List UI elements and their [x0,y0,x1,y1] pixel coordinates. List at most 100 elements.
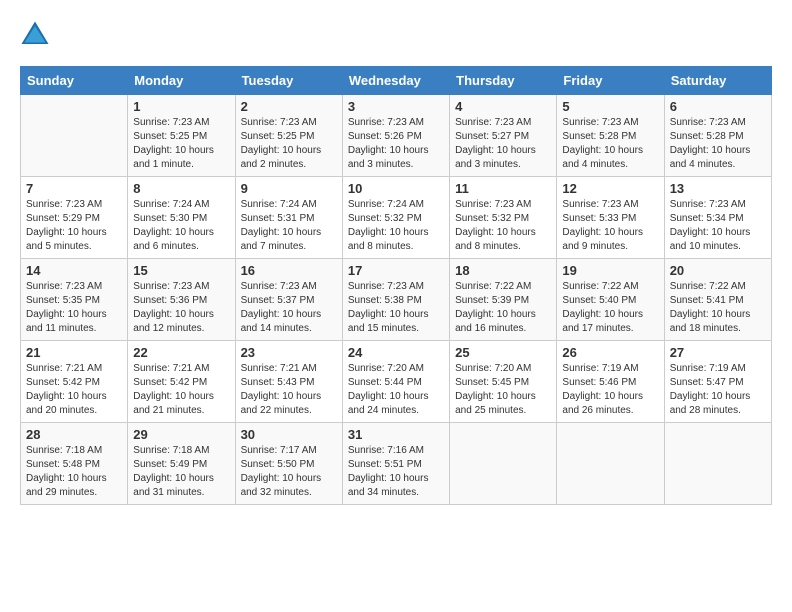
calendar-cell: 26 Sunrise: 7:19 AM Sunset: 5:46 PM Dayli… [557,341,664,423]
calendar-cell: 8Sunrise: 7:24 AM Sunset: 5:30 PM Daylig… [128,177,235,259]
calendar-cell: 6 Sunrise: 7:23 AM Sunset: 5:28 PM Daylig… [664,95,771,177]
calendar-cell: 19 Sunrise: 7:22 AM Sunset: 5:40 PM Dayli… [557,259,664,341]
day-info: Sunrise: 7:23 AM Sunset: 5:28 PM Dayligh… [670,116,766,172]
calendar-cell [664,423,771,505]
calendar-cell: 21 Sunrise: 7:21 AM Sunset: 5:42 PM Dayli… [21,341,128,423]
day-info: Sunrise: 7:23 AM Sunset: 5:37 PM Dayligh… [241,280,337,336]
calendar-cell: 15 Sunrise: 7:23 AM Sunset: 5:36 PM Dayli… [128,259,235,341]
day-number: 16 [241,263,337,278]
day-info: Sunrise: 7:17 AM Sunset: 5:50 PM Dayligh… [241,444,337,500]
day-header-saturday: Saturday [664,67,771,95]
calendar-cell [557,423,664,505]
day-number: 26 [562,345,658,360]
calendar-cell: 1 Sunrise: 7:23 AM Sunset: 5:25 PM Daylig… [128,95,235,177]
day-info: Sunrise: 7:20 AM Sunset: 5:45 PM Dayligh… [455,362,551,418]
day-number: 28 [26,427,122,442]
day-number: 23 [241,345,337,360]
day-number: 2 [241,99,337,114]
day-number: 12 [562,181,658,196]
calendar-cell: 30 Sunrise: 7:17 AM Sunset: 5:50 PM Dayli… [235,423,342,505]
calendar-cell: 28 Sunrise: 7:18 AM Sunset: 5:48 PM Dayli… [21,423,128,505]
day-info: Sunrise: 7:19 AM Sunset: 5:46 PM Dayligh… [562,362,658,418]
calendar-cell: 14Sunrise: 7:23 AM Sunset: 5:35 PM Dayli… [21,259,128,341]
calendar-cell: 2 Sunrise: 7:23 AM Sunset: 5:25 PM Daylig… [235,95,342,177]
day-info: Sunrise: 7:24 AM Sunset: 5:31 PM Dayligh… [241,198,337,254]
calendar-cell: 24Sunrise: 7:20 AM Sunset: 5:44 PM Dayli… [342,341,449,423]
day-number: 21 [26,345,122,360]
day-info: Sunrise: 7:19 AM Sunset: 5:47 PM Dayligh… [670,362,766,418]
day-number: 4 [455,99,551,114]
day-header-monday: Monday [128,67,235,95]
day-info: Sunrise: 7:24 AM Sunset: 5:32 PM Dayligh… [348,198,444,254]
week-row-4: 21 Sunrise: 7:21 AM Sunset: 5:42 PM Dayli… [21,341,772,423]
day-number: 15 [133,263,229,278]
calendar-cell: 10 Sunrise: 7:24 AM Sunset: 5:32 PM Dayli… [342,177,449,259]
logo-icon [20,20,50,50]
day-info: Sunrise: 7:23 AM Sunset: 5:34 PM Dayligh… [670,198,766,254]
day-number: 10 [348,181,444,196]
calendar-cell: 3 Sunrise: 7:23 AM Sunset: 5:26 PM Daylig… [342,95,449,177]
day-number: 20 [670,263,766,278]
day-info: Sunrise: 7:23 AM Sunset: 5:28 PM Dayligh… [562,116,658,172]
calendar-cell: 4 Sunrise: 7:23 AM Sunset: 5:27 PM Daylig… [450,95,557,177]
day-info: Sunrise: 7:23 AM Sunset: 5:26 PM Dayligh… [348,116,444,172]
day-number: 18 [455,263,551,278]
day-info: Sunrise: 7:21 AM Sunset: 5:42 PM Dayligh… [133,362,229,418]
day-header-tuesday: Tuesday [235,67,342,95]
day-info: Sunrise: 7:23 AM Sunset: 5:25 PM Dayligh… [241,116,337,172]
day-info: Sunrise: 7:23 AM Sunset: 5:25 PM Dayligh… [133,116,229,172]
calendar-cell: 22 Sunrise: 7:21 AM Sunset: 5:42 PM Dayli… [128,341,235,423]
calendar-cell: 20 Sunrise: 7:22 AM Sunset: 5:41 PM Dayli… [664,259,771,341]
day-info: Sunrise: 7:23 AM Sunset: 5:29 PM Dayligh… [26,198,122,254]
day-info: Sunrise: 7:23 AM Sunset: 5:38 PM Dayligh… [348,280,444,336]
calendar-cell: 25Sunrise: 7:20 AM Sunset: 5:45 PM Dayli… [450,341,557,423]
day-info: Sunrise: 7:22 AM Sunset: 5:40 PM Dayligh… [562,280,658,336]
day-info: Sunrise: 7:23 AM Sunset: 5:32 PM Dayligh… [455,198,551,254]
calendar-cell: 23 Sunrise: 7:21 AM Sunset: 5:43 PM Dayli… [235,341,342,423]
day-info: Sunrise: 7:22 AM Sunset: 5:39 PM Dayligh… [455,280,551,336]
day-number: 27 [670,345,766,360]
day-number: 1 [133,99,229,114]
day-number: 5 [562,99,658,114]
calendar-cell: 11Sunrise: 7:23 AM Sunset: 5:32 PM Dayli… [450,177,557,259]
day-number: 14 [26,263,122,278]
calendar-cell: 17 Sunrise: 7:23 AM Sunset: 5:38 PM Dayli… [342,259,449,341]
day-info: Sunrise: 7:22 AM Sunset: 5:41 PM Dayligh… [670,280,766,336]
day-number: 9 [241,181,337,196]
calendar-cell: 16 Sunrise: 7:23 AM Sunset: 5:37 PM Dayli… [235,259,342,341]
page-header [20,20,772,50]
week-row-3: 14Sunrise: 7:23 AM Sunset: 5:35 PM Dayli… [21,259,772,341]
day-info: Sunrise: 7:23 AM Sunset: 5:36 PM Dayligh… [133,280,229,336]
day-number: 7 [26,181,122,196]
calendar-cell: 12 Sunrise: 7:23 AM Sunset: 5:33 PM Dayli… [557,177,664,259]
day-number: 30 [241,427,337,442]
day-number: 24 [348,345,444,360]
day-number: 22 [133,345,229,360]
day-number: 19 [562,263,658,278]
day-number: 3 [348,99,444,114]
day-info: Sunrise: 7:16 AM Sunset: 5:51 PM Dayligh… [348,444,444,500]
day-header-friday: Friday [557,67,664,95]
logo [20,20,54,50]
calendar-cell: 29 Sunrise: 7:18 AM Sunset: 5:49 PM Dayli… [128,423,235,505]
day-number: 31 [348,427,444,442]
calendar-header-row: SundayMondayTuesdayWednesdayThursdayFrid… [21,67,772,95]
week-row-1: 1 Sunrise: 7:23 AM Sunset: 5:25 PM Daylig… [21,95,772,177]
day-info: Sunrise: 7:23 AM Sunset: 5:33 PM Dayligh… [562,198,658,254]
day-number: 29 [133,427,229,442]
day-info: Sunrise: 7:21 AM Sunset: 5:43 PM Dayligh… [241,362,337,418]
day-number: 17 [348,263,444,278]
day-number: 13 [670,181,766,196]
day-header-wednesday: Wednesday [342,67,449,95]
day-info: Sunrise: 7:21 AM Sunset: 5:42 PM Dayligh… [26,362,122,418]
calendar-cell [450,423,557,505]
day-info: Sunrise: 7:18 AM Sunset: 5:49 PM Dayligh… [133,444,229,500]
calendar-cell: 27 Sunrise: 7:19 AM Sunset: 5:47 PM Dayli… [664,341,771,423]
week-row-5: 28 Sunrise: 7:18 AM Sunset: 5:48 PM Dayli… [21,423,772,505]
day-info: Sunrise: 7:24 AM Sunset: 5:30 PM Dayligh… [133,198,229,254]
day-header-thursday: Thursday [450,67,557,95]
day-info: Sunrise: 7:23 AM Sunset: 5:27 PM Dayligh… [455,116,551,172]
calendar-cell: 13 Sunrise: 7:23 AM Sunset: 5:34 PM Dayli… [664,177,771,259]
day-info: Sunrise: 7:18 AM Sunset: 5:48 PM Dayligh… [26,444,122,500]
day-number: 6 [670,99,766,114]
